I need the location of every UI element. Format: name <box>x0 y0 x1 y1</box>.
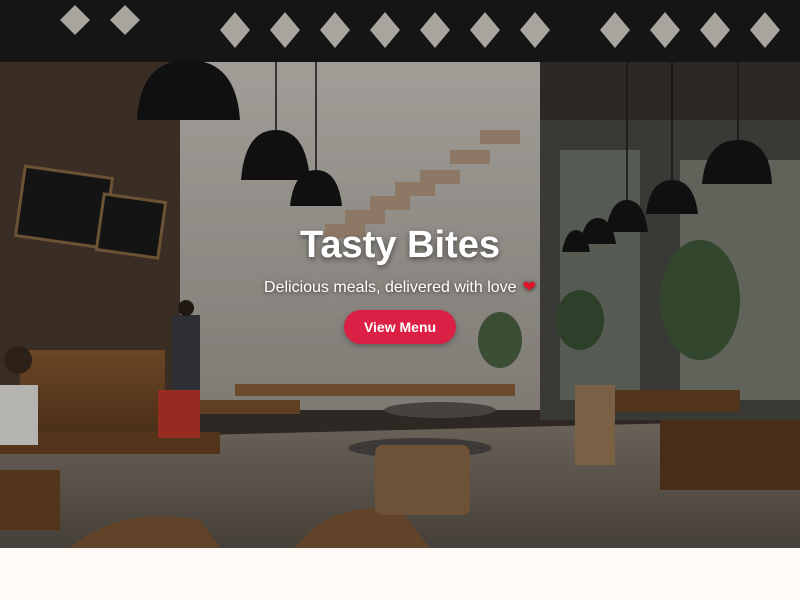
hero-subtitle-text: Delicious meals, delivered with love <box>264 279 517 296</box>
hero-title: Tasty Bites <box>300 224 500 266</box>
heart-icon: ❤ <box>522 279 536 296</box>
hero-subtitle: Delicious meals, delivered with love ❤ <box>0 278 800 298</box>
view-menu-button[interactable]: View Menu <box>343 310 457 344</box>
hero-banner: Tasty Bites Delicious meals, delivered w… <box>0 0 800 548</box>
content-section <box>0 548 800 600</box>
hero-content: Tasty Bites Delicious meals, delivered w… <box>0 222 800 344</box>
